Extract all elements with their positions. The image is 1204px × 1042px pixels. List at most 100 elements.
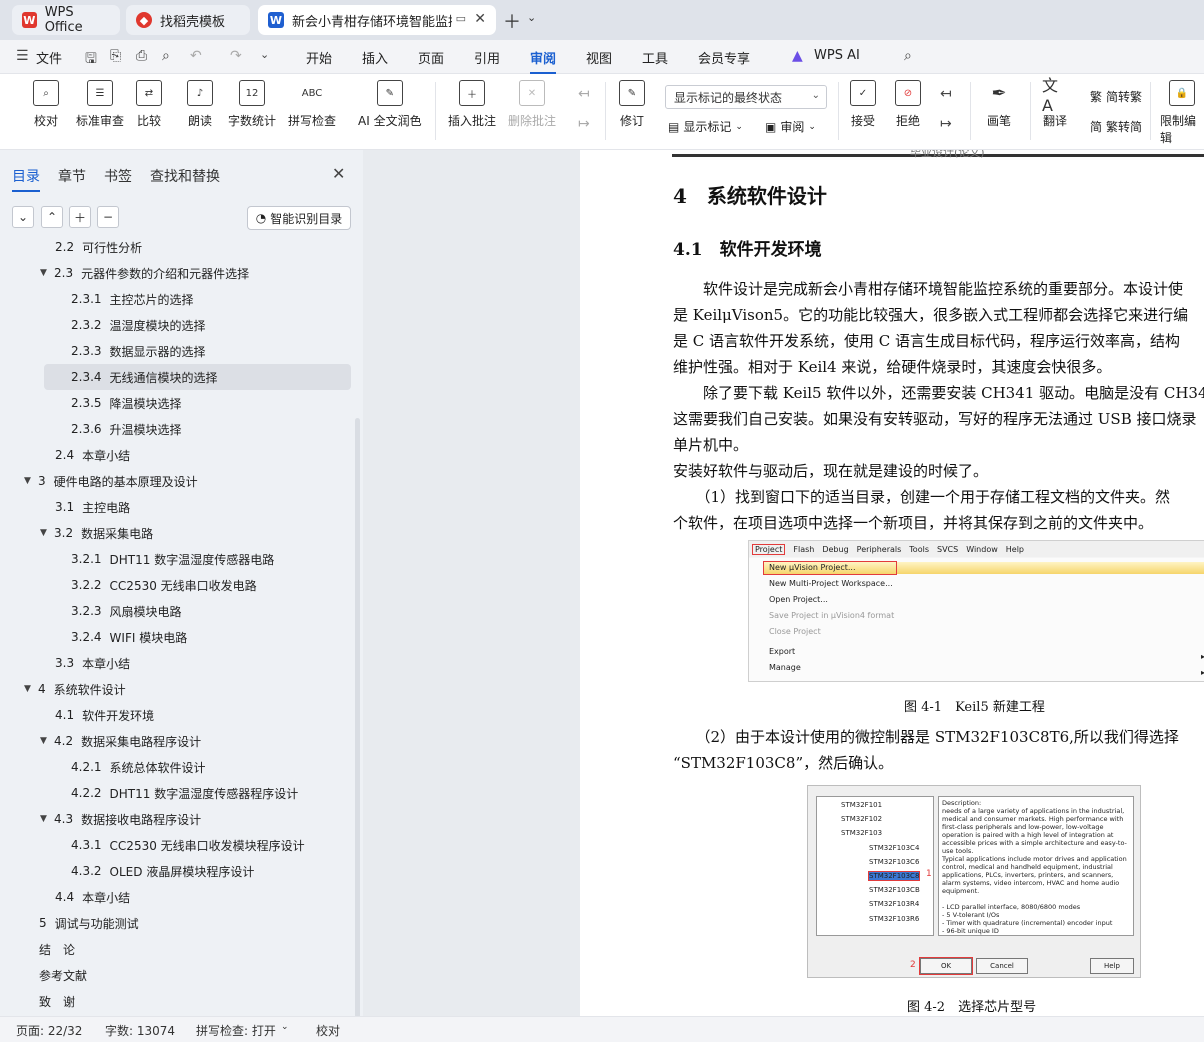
expand-arrow-icon[interactable]: ▼ — [40, 814, 54, 824]
toc-item[interactable]: 3.2.1 DHT11 数字温湿度传感器电路 — [71, 546, 274, 572]
toc-item[interactable]: 4.3.2 OLED 液晶屏模块程序设计 — [71, 858, 254, 884]
menu-file[interactable]: 文件 — [36, 48, 62, 67]
tab-toc[interactable]: 目录 — [12, 166, 40, 192]
menu-start[interactable]: 开始 — [306, 48, 332, 67]
toc-item[interactable]: 4.3.1 CC2530 无线串口收发模块程序设计 — [71, 832, 305, 858]
print-preview-icon[interactable]: ⌕ — [162, 48, 170, 64]
toc-item[interactable]: 2.3.4 无线通信模块的选择 — [44, 364, 351, 390]
expand-arrow-icon[interactable]: ▼ — [40, 268, 54, 278]
toc-item[interactable]: ▼ 3.2 数据采集电路 — [40, 520, 153, 546]
toc-item[interactable]: 2.3.6 升温模块选择 — [71, 416, 182, 442]
export-pdf-icon[interactable]: ⎘ — [110, 48, 121, 64]
toc-item[interactable]: 4.2.1 系统总体软件设计 — [71, 754, 206, 780]
show-markup-button[interactable]: ▤ 显示标记 ⌄ — [668, 118, 743, 135]
print-icon[interactable]: ⎙ — [136, 48, 147, 64]
spell-check-status[interactable]: 拼写检查: 打开 — [196, 1022, 276, 1039]
smart-toc-button[interactable]: ◔ 智能识别目录 — [247, 206, 351, 230]
chevron-down-icon[interactable]: ⌄ — [260, 48, 269, 61]
search-icon[interactable]: ⌕ — [904, 48, 912, 64]
expand-arrow-icon[interactable]: ▼ — [24, 476, 38, 486]
menu-page[interactable]: 页面 — [418, 48, 444, 67]
brush-button[interactable]: ✒ 画笔 — [986, 80, 1012, 129]
expand-arrow-icon[interactable]: ▼ — [40, 528, 54, 538]
menu-member[interactable]: 会员专享 — [698, 48, 750, 67]
tab-document[interactable]: W 新会小青柑存储环境智能监控 ▭ ✕ — [258, 5, 496, 35]
document-page[interactable]: 毕业设计(论文) 4 系统软件设计 4.1 软件开发环境 软件设计是完成新会小青… — [580, 150, 1204, 1016]
expand-arrow-icon[interactable]: ▼ — [24, 684, 38, 694]
to-traditional-button[interactable]: 繁简转繁 — [1090, 88, 1142, 105]
tab-docer[interactable]: ◆ 找稻壳模板 — [126, 5, 250, 35]
toc-item[interactable]: 结 论 — [39, 936, 75, 962]
restrict-edit-button[interactable]: 🔒 限制编辑 — [1160, 80, 1204, 146]
redo-icon[interactable]: ↷ — [230, 48, 242, 64]
toc-item[interactable]: 致 谢 — [39, 988, 75, 1014]
proofread-button[interactable]: ⌕ 校对 — [33, 80, 59, 129]
toc-item[interactable]: 2.3.5 降温模块选择 — [71, 390, 182, 416]
tab-chapters[interactable]: 章节 — [58, 166, 86, 186]
menu-references[interactable]: 引用 — [474, 48, 500, 67]
review-pane-button[interactable]: ▣ 审阅 ⌄ — [765, 118, 816, 135]
toc-item[interactable]: 2.3.1 主控芯片的选择 — [71, 286, 194, 312]
toc-item[interactable]: 3.2.4 WIFI 模块电路 — [71, 624, 187, 650]
translate-button[interactable]: 文A 翻译 — [1042, 76, 1068, 129]
toc-item[interactable]: ▼ 2.3 元器件参数的介绍和元器件选择 — [40, 260, 249, 286]
toc-item[interactable]: 参考文献 — [39, 962, 87, 988]
spell-check-button[interactable]: ABC 拼写检查 — [288, 80, 336, 129]
collapse-up-button[interactable]: ⌃ — [41, 206, 63, 228]
menu-insert[interactable]: 插入 — [362, 48, 388, 67]
insert-comment-button[interactable]: ＋插入批注 — [448, 80, 496, 129]
undo-icon[interactable]: ↶ — [190, 48, 202, 64]
menu-review[interactable]: 审阅 — [530, 48, 557, 74]
standard-review-button[interactable]: ☰ 标准审查 — [76, 80, 124, 129]
markup-mode-select[interactable]: 显示标记的最终状态 ⌄ — [665, 85, 827, 109]
toc-item[interactable]: 4.4 本章小结 — [55, 884, 130, 910]
tab-bookmarks[interactable]: 书签 — [104, 166, 132, 186]
toc-item[interactable]: 5 调试与功能测试 — [39, 910, 139, 936]
next-change-icon[interactable]: ↦ — [940, 116, 952, 132]
save-icon[interactable]: 🖫 — [85, 48, 97, 72]
toc-scrollbar[interactable] — [355, 418, 360, 1018]
reject-button[interactable]: ⊘ 拒绝 — [895, 80, 921, 129]
compare-button[interactable]: ⇄ 比较 — [136, 80, 162, 129]
add-heading-button[interactable]: ＋ — [69, 206, 91, 228]
prev-change-icon[interactable]: ↤ — [940, 86, 952, 102]
expand-arrow-icon[interactable]: ▼ — [40, 736, 54, 746]
toc-item[interactable]: 2.4 本章小结 — [55, 442, 130, 468]
toc-item[interactable]: ▼ 4.3 数据接收电路程序设计 — [40, 806, 201, 832]
toc-item[interactable]: 3.1 主控电路 — [55, 494, 130, 520]
track-changes-button[interactable]: ✎ 修订 — [619, 80, 645, 129]
toc-item[interactable]: ▼ 4.2 数据采集电路程序设计 — [40, 728, 201, 754]
page-indicator[interactable]: 页面: 22/32 — [16, 1022, 82, 1039]
delete-comment-button[interactable]: ✕ 删除批注 — [508, 80, 556, 129]
chevron-down-icon[interactable]: ⌄ — [281, 1022, 289, 1032]
expand-down-button[interactable]: ⌄ — [12, 206, 34, 228]
new-tab-icon[interactable]: ＋ — [503, 8, 521, 34]
remove-heading-button[interactable]: − — [97, 206, 119, 228]
menu-view[interactable]: 视图 — [586, 48, 612, 67]
toc-item[interactable]: 3.2.3 风扇模块电路 — [71, 598, 182, 624]
toc-item[interactable]: 3.2.2 CC2530 无线串口收发电路 — [71, 572, 257, 598]
to-simplified-button[interactable]: 简繁转简 — [1090, 118, 1142, 135]
toc-item[interactable]: 2.3.2 温湿度模块的选择 — [71, 312, 206, 338]
ai-proofread-button[interactable]: ✎ AI 全文润色 — [358, 80, 422, 129]
tab-find-replace[interactable]: 查找和替换 — [150, 166, 220, 186]
toc-item[interactable]: 4.2.2 DHT11 数字温湿度传感器程序设计 — [71, 780, 298, 806]
close-tab-icon[interactable]: ✕ — [474, 11, 486, 27]
toc-item[interactable]: 4.1 软件开发环境 — [55, 702, 154, 728]
close-pane-icon[interactable]: ✕ — [332, 164, 345, 183]
accept-button[interactable]: ✓ 接受 — [850, 80, 876, 129]
toc-item[interactable]: 2.3.3 数据显示器的选择 — [71, 338, 206, 364]
read-aloud-button[interactable]: ♪ 朗读 — [187, 80, 213, 129]
word-count-button[interactable]: 12 字数统计 — [228, 80, 276, 129]
toc-item[interactable]: 2.2 可行性分析 — [55, 238, 142, 260]
toc-item[interactable]: 3.3 本章小结 — [55, 650, 130, 676]
monitor-icon[interactable]: ▭ — [456, 12, 466, 25]
chevron-down-icon[interactable]: ⌄ — [527, 11, 536, 24]
hamburger-icon[interactable]: ☰ — [16, 48, 29, 64]
next-comment-icon[interactable]: ↦ — [578, 116, 590, 132]
proofread-status[interactable]: 校对 — [316, 1022, 340, 1039]
tab-wps-office[interactable]: W WPS Office — [12, 5, 120, 35]
toc-item[interactable]: ▼ 3 硬件电路的基本原理及设计 — [24, 468, 198, 494]
toc-item[interactable]: ▼ 4 系统软件设计 — [24, 676, 126, 702]
menu-wps-ai[interactable]: WPS AI — [814, 48, 860, 63]
